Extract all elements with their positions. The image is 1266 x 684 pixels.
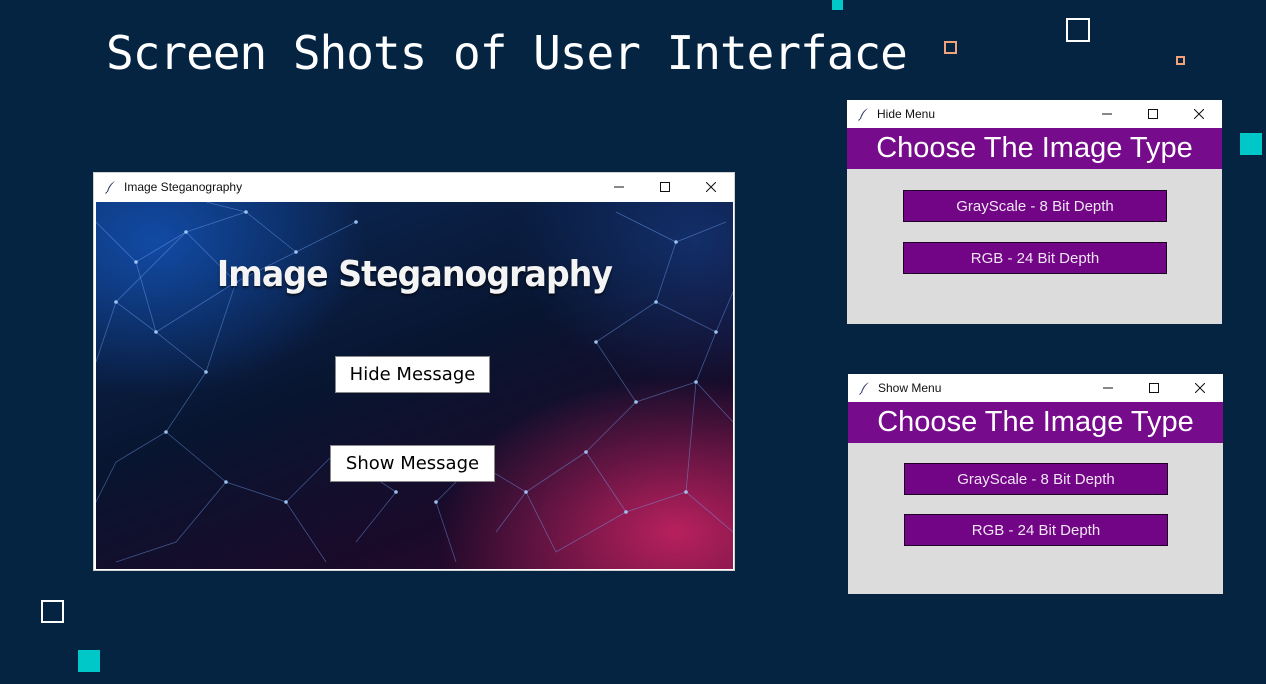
close-button[interactable] [1176,100,1222,128]
feather-icon [859,382,869,395]
decor-square-orange-left [944,41,957,54]
show-message-button[interactable]: Show Message [330,445,495,482]
slide-title: Screen Shots of User Interface [106,26,908,80]
show-menu-title: Show Menu [878,381,942,395]
maximize-icon [1149,383,1159,393]
maximize-icon [1148,109,1158,119]
show-menu-titlebar[interactable]: Show Menu [848,374,1223,402]
main-window: Image Steganography Image Steganography … [93,172,735,571]
decor-square-teal-bottom [78,650,100,672]
close-icon [706,182,716,192]
hide-menu-titlebar[interactable]: Hide Menu [847,100,1222,128]
app-heading: Image Steganography [216,254,613,295]
main-window-titlebar[interactable]: Image Steganography [94,173,734,201]
decor-square-teal-right [1240,133,1262,155]
feather-icon [105,181,115,194]
hide-message-button[interactable]: Hide Message [335,356,490,393]
decor-square-outline-top [1066,18,1090,42]
close-button[interactable] [688,173,734,201]
show-menu-window: Show Menu Choose The Image Type GrayScal… [848,374,1223,594]
decor-square-outline-bottom [41,600,64,623]
main-canvas: Image Steganography Hide Message Show Me… [96,202,733,569]
rgb-button[interactable]: RGB - 24 Bit Depth [903,242,1167,274]
decor-square-teal-top [832,0,843,10]
hide-menu-banner: Choose The Image Type [847,128,1222,169]
minimize-icon [1102,113,1112,115]
close-button[interactable] [1177,374,1223,402]
grayscale-button[interactable]: GrayScale - 8 Bit Depth [904,463,1168,495]
minimize-button[interactable] [1084,100,1130,128]
maximize-button[interactable] [1131,374,1177,402]
grayscale-button[interactable]: GrayScale - 8 Bit Depth [903,190,1167,222]
minimize-button[interactable] [596,173,642,201]
feather-icon [858,108,868,121]
minimize-icon [614,186,624,188]
maximize-button[interactable] [642,173,688,201]
minimize-button[interactable] [1085,374,1131,402]
close-icon [1194,109,1204,119]
maximize-icon [660,182,670,192]
rgb-button[interactable]: RGB - 24 Bit Depth [904,514,1168,546]
close-icon [1195,383,1205,393]
hide-menu-title: Hide Menu [877,107,936,121]
maximize-button[interactable] [1130,100,1176,128]
main-window-title: Image Steganography [124,180,243,194]
decor-square-orange-right [1176,56,1185,65]
minimize-icon [1103,387,1113,389]
show-menu-banner: Choose The Image Type [848,402,1223,443]
hide-menu-window: Hide Menu Choose The Image Type GrayScal… [847,100,1222,324]
